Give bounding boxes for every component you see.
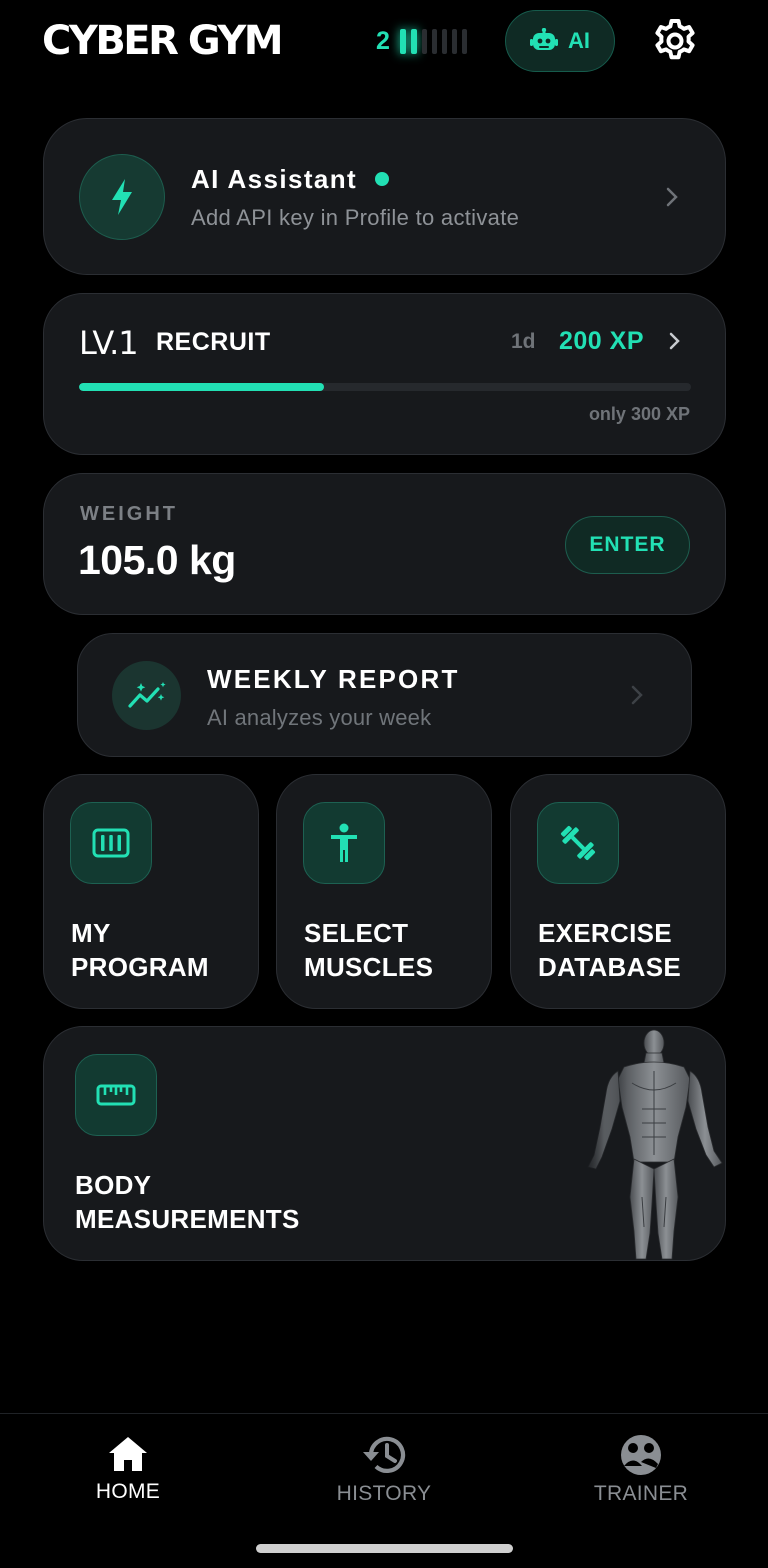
trainer-icon: [621, 1435, 661, 1475]
enter-weight-button[interactable]: ENTER: [565, 516, 690, 574]
lightning-icon: [79, 154, 165, 240]
xp-progress-bar: [79, 383, 691, 391]
weekly-report-title: WEEKLY REPORT: [207, 664, 460, 694]
my-program-tile[interactable]: MY PROGRAM: [43, 774, 259, 1009]
weight-value: 105.0 kg: [78, 537, 236, 583]
app-logo: CYBER GYM: [42, 18, 284, 64]
home-indicator[interactable]: [256, 1544, 513, 1553]
level-rank: RECRUIT: [156, 328, 271, 356]
exercise-database-label: EXERCISE DATABASE: [538, 918, 681, 982]
select-muscles-label: SELECT MUSCLES: [304, 918, 434, 982]
weight-card: WEIGHT 105.0 kg ENTER: [43, 473, 726, 615]
body-icon: [303, 802, 385, 884]
xp-remaining: only 300 XP: [588, 404, 690, 424]
robot-icon: [530, 28, 558, 50]
ruler-icon: [75, 1054, 157, 1136]
select-muscles-tile[interactable]: SELECT MUSCLES: [276, 774, 492, 1009]
streak-bar: [399, 28, 406, 54]
ai-assistant-title: AI Assistant: [191, 164, 358, 194]
body-measurements-card[interactable]: BODY MEASUREMENTS: [43, 1026, 726, 1261]
nav-history-label: HISTORY: [336, 1482, 432, 1505]
level-card[interactable]: LV.1 RECRUIT 1d 200 XP only 300 XP: [43, 293, 726, 455]
nav-home-label: HOME: [95, 1480, 161, 1503]
streak-bar: [461, 28, 467, 54]
nav-trainer-label: TRAINER: [593, 1482, 689, 1505]
status-dot: [375, 172, 389, 186]
chevron-right-icon: [666, 187, 678, 207]
level-days: 1d: [511, 330, 536, 353]
chevron-right-icon: [631, 685, 643, 705]
trend-sparkle-icon: [112, 661, 181, 730]
streak-bar: [421, 28, 427, 54]
streak-indicator[interactable]: 2: [376, 26, 467, 56]
nav-trainer[interactable]: TRAINER: [551, 1434, 731, 1524]
anatomy-figure-image: [574, 1027, 725, 1260]
ai-button[interactable]: AI: [505, 10, 615, 72]
streak-bar: [441, 28, 447, 54]
xp-progress-fill: [79, 383, 324, 391]
chevron-right-icon: [669, 332, 680, 350]
ai-button-label: AI: [568, 28, 590, 53]
nav-home[interactable]: HOME: [38, 1434, 218, 1524]
streak-bars: [399, 28, 467, 54]
exercise-database-tile[interactable]: EXERCISE DATABASE: [510, 774, 726, 1009]
dumbbell-icon: [537, 802, 619, 884]
history-icon: [363, 1436, 406, 1473]
my-program-label: MY PROGRAM: [71, 918, 209, 982]
streak-count: 2: [376, 26, 390, 55]
streak-bar: [431, 28, 437, 54]
streak-bar: [410, 28, 417, 54]
streak-bar: [451, 28, 457, 54]
ai-assistant-subtitle: Add API key in Profile to activate: [191, 205, 520, 230]
program-icon: [70, 802, 152, 884]
home-icon: [109, 1437, 147, 1471]
weekly-report-subtitle: AI analyzes your week: [207, 705, 432, 730]
app-header: CYBER GYM 2 AI: [0, 0, 768, 84]
body-measurements-label: BODY MEASUREMENTS: [75, 1170, 300, 1234]
ai-assistant-card[interactable]: AI Assistant Add API key in Profile to a…: [43, 118, 726, 275]
weight-label: WEIGHT: [80, 503, 178, 525]
level-xp: 200 XP: [559, 327, 645, 355]
level-number: LV.1: [79, 324, 139, 362]
weekly-report-card[interactable]: WEEKLY REPORT AI analyzes your week: [77, 633, 692, 757]
settings-gear-icon[interactable]: [651, 17, 699, 65]
nav-history[interactable]: HISTORY: [294, 1434, 474, 1524]
